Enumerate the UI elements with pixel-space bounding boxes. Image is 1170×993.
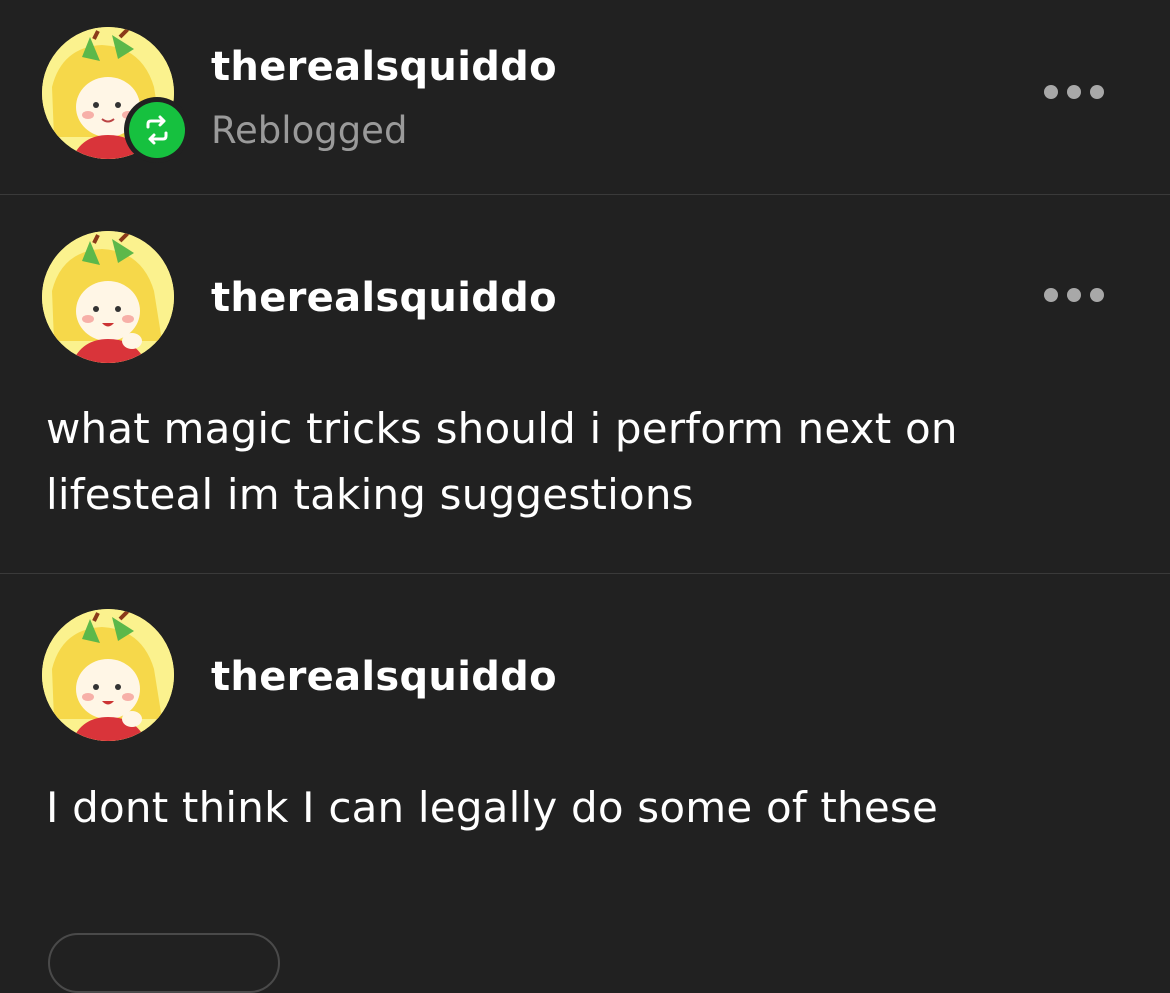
post-text: I dont think I can legally do some of th… [46,783,939,832]
username[interactable]: therealsquiddo [211,47,557,87]
avatar-image [42,609,174,741]
post: therealsquiddo what magic tricks should … [0,195,1170,573]
reblogged-label: Reblogged [211,109,408,152]
username[interactable]: therealsquiddo [211,657,557,697]
avatar-image [42,231,174,363]
avatar[interactable] [42,231,174,363]
more-options-icon[interactable] [1044,82,1104,102]
avatar[interactable] [42,609,174,741]
reblog-icon [146,115,168,145]
username[interactable]: therealsquiddo [211,278,557,318]
post-text: what magic tricks should i perform next … [46,404,958,519]
reblog-header: therealsquiddo Reblogged [0,0,1170,194]
more-options-icon[interactable] [1044,285,1104,305]
post: therealsquiddo I dont think I can legall… [0,574,1170,950]
footer-pill-button[interactable] [48,933,280,993]
reblog-badge [124,97,190,163]
